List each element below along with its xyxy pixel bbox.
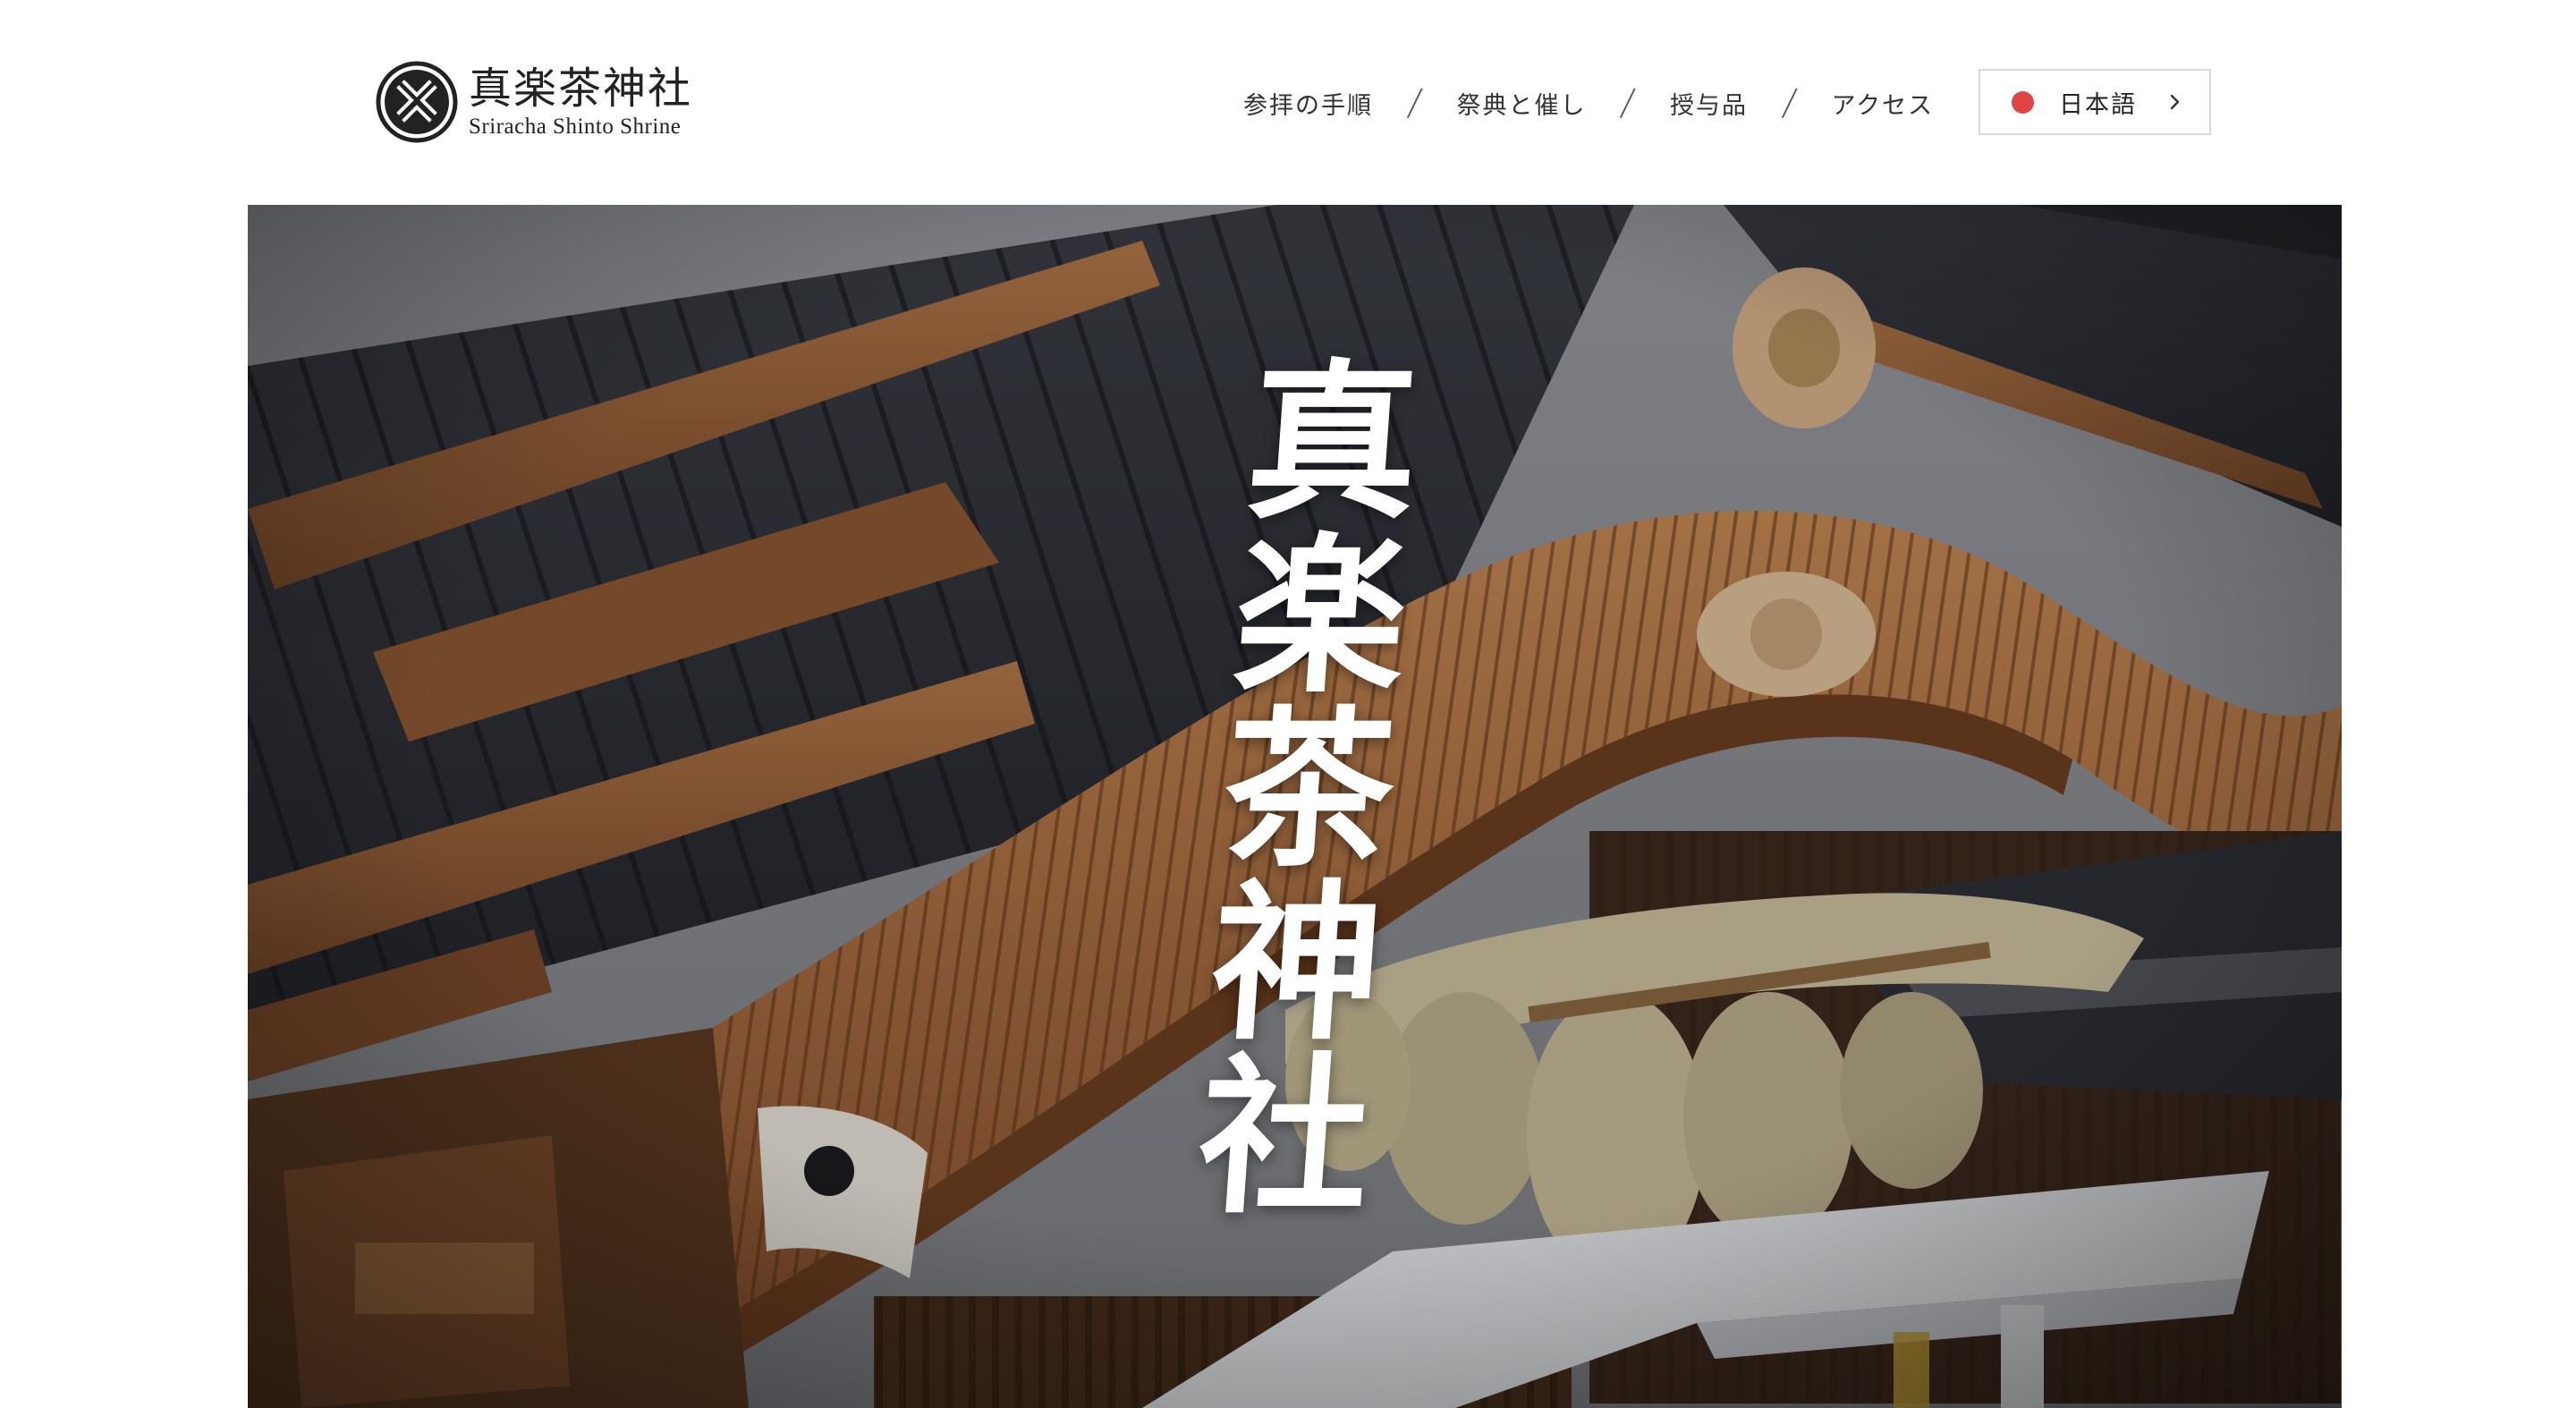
nav-item-amulets[interactable]: 授与品 [1670,86,1748,121]
nav-item-access[interactable]: アクセス [1831,86,1934,121]
red-circle-icon [2012,90,2034,114]
nav-separator: / [1618,82,1639,123]
logo-title-en: Sriracha Shinto Shrine [469,115,682,139]
main-nav: 参拝の手順 / 祭典と催し / 授与品 / アクセス [1243,70,1934,136]
chevron-right-icon [2170,94,2180,110]
language-label: 日本語 [2059,90,2137,119]
shrine-crest-icon [376,61,458,143]
nav-separator: / [1404,82,1425,123]
language-selector-button[interactable]: 日本語 [1979,69,2211,135]
site-header: 真楽茶神社 Sriracha Shinto Shrine 参拝の手順 / 祭典と… [0,0,2576,204]
nav-item-festivals-events[interactable]: 祭典と催し [1456,86,1586,121]
nav-item-worship-steps[interactable]: 参拝の手順 [1243,86,1373,121]
site-logo[interactable]: 真楽茶神社 Sriracha Shinto Shrine [376,57,698,147]
logo-title-jp: 真楽茶神社 [469,64,693,114]
logo-text: 真楽茶神社 Sriracha Shinto Shrine [469,64,692,140]
hero-section: 真楽茶神社 [248,205,2342,1408]
nav-separator: / [1779,82,1800,123]
